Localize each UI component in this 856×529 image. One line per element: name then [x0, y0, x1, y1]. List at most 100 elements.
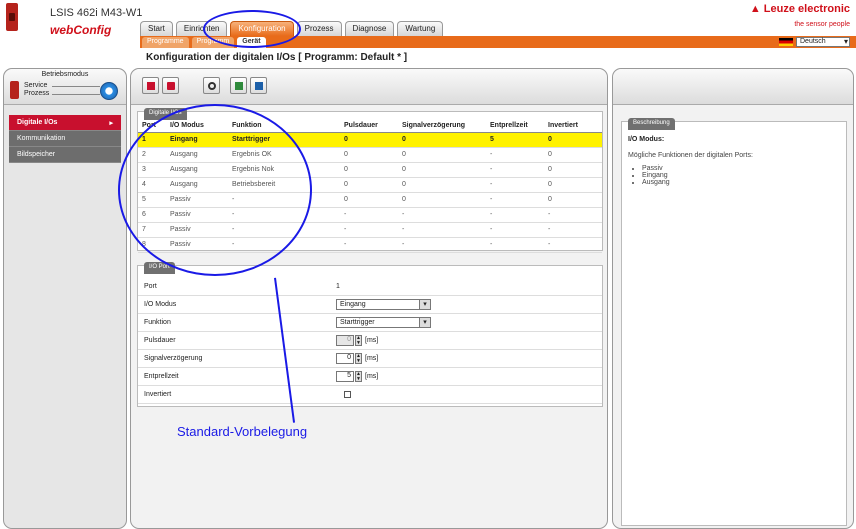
flag-de-icon [779, 38, 793, 46]
delay-unit: [ms] [365, 355, 379, 362]
mode-prozess-label: Prozess [24, 90, 50, 97]
cell-inverted: 0 [544, 192, 602, 208]
mode-switch-knob[interactable] [100, 82, 118, 100]
mode-line-service [52, 86, 100, 87]
cell-debounce: - [486, 147, 544, 163]
list-item: Ausgang [642, 179, 670, 186]
cell-pulse: - [340, 207, 398, 223]
list-item: Passiv [642, 165, 670, 172]
debounce-stepper[interactable]: ▲ ▼ [355, 371, 362, 382]
cell-delay: 0 [398, 147, 486, 163]
subtab-programme[interactable]: Programme [142, 37, 189, 48]
language-selector: Deutsch [779, 37, 850, 47]
field-row-port: Port 1 [138, 278, 602, 296]
description-box: Beschreibung I/O Modus: Mögliche Funktio… [621, 118, 847, 526]
col-invertiert: Invertiert [544, 120, 602, 133]
cell-delay: 0 [398, 177, 486, 193]
app-logo: webConfig [50, 23, 112, 37]
debounce-input[interactable]: 5 [336, 371, 354, 382]
brand-label: Leuze electronic [763, 3, 850, 15]
port-value: 1 [336, 283, 340, 290]
function-select[interactable]: Starttrigger [336, 317, 431, 328]
tab-wartung[interactable]: Wartung [397, 21, 444, 36]
download-button[interactable] [162, 77, 179, 94]
pulse-input[interactable]: 0 [336, 335, 354, 346]
left-panel: Betriebsmodus Service Prozess Digitale I… [3, 68, 127, 529]
recycle-icon [208, 82, 216, 90]
cell-pulse: - [340, 222, 398, 238]
export-button[interactable] [250, 77, 267, 94]
cell-inverted: - [544, 207, 602, 223]
col-entprellzeit: Entprellzeit [486, 120, 544, 133]
delay-stepper[interactable]: ▲ ▼ [355, 353, 362, 364]
tab-prozess[interactable]: Prozess [296, 21, 342, 36]
col-pulsdauer: Pulsdauer [340, 120, 398, 133]
cell-delay: 0 [398, 162, 486, 178]
description-title: I/O Modus: [628, 136, 665, 143]
cell-delay: - [398, 207, 486, 223]
upload-button[interactable] [142, 77, 159, 94]
tab-start[interactable]: Start [140, 21, 173, 36]
page-title: Konfiguration der digitalen I/Os [ Progr… [146, 52, 408, 63]
cell-debounce: - [486, 162, 544, 178]
pulse-label: Pulsdauer [144, 337, 176, 344]
cell-pulse: - [340, 237, 398, 253]
nav-kommunikation[interactable]: Kommunikation [9, 131, 121, 147]
cell-pulse: 0 [340, 177, 398, 193]
language-select[interactable]: Deutsch [796, 37, 850, 47]
inverted-label: Invertiert [144, 391, 172, 398]
cell-inverted: 0 [544, 162, 602, 178]
field-row-delay: Signalverzögerung 0 ▲ ▼ [ms] [138, 350, 602, 368]
io-mode-label: I/O Modus [144, 301, 177, 308]
mode-service-label: Service [24, 82, 48, 89]
import-icon [235, 82, 243, 90]
delay-input[interactable]: 0 [336, 353, 354, 364]
brand-name: ▲ Leuze electronic [749, 3, 850, 15]
section-header: Beschreibung [628, 118, 675, 130]
brand-tagline: the sensor people [794, 21, 850, 28]
tab-diagnose[interactable]: Diagnose [344, 21, 395, 36]
cell-debounce: - [486, 177, 544, 193]
function-label: Funktion [144, 319, 171, 326]
cell-debounce: - [486, 237, 544, 253]
cell-inverted: - [544, 237, 602, 253]
cell-inverted: - [544, 222, 602, 238]
pulse-unit: [ms] [365, 337, 379, 344]
cell-debounce: - [486, 222, 544, 238]
cell-debounce: - [486, 192, 544, 208]
device-icon [6, 3, 18, 31]
cell-inverted: 0 [544, 132, 602, 148]
mode-heading: Betriebsmodus [41, 71, 89, 78]
inverted-checkbox[interactable] [344, 391, 351, 398]
port-label: Port [144, 283, 157, 290]
io-mode-select[interactable]: Eingang [336, 299, 431, 310]
nav-digitale-ios[interactable]: Digitale I/Os [9, 115, 121, 131]
cell-inverted: 0 [544, 177, 602, 193]
cell-delay: 0 [398, 132, 486, 148]
annotation-ellipse-table [118, 104, 312, 276]
import-button[interactable] [230, 77, 247, 94]
brand: ▲ Leuze electronic the sensor people [750, 3, 850, 28]
right-panel: Beschreibung I/O Modus: Mögliche Funktio… [612, 68, 854, 529]
annotation-ellipse-tab [203, 10, 301, 48]
nav-bildspeicher[interactable]: Bildspeicher [9, 147, 121, 163]
device-small-icon [10, 81, 19, 99]
io-port-section: I/O Port Port 1 I/O Modus Eingang Funkti… [137, 262, 603, 407]
upload-icon [147, 82, 155, 90]
right-toolbar [613, 69, 853, 105]
export-icon [255, 82, 263, 90]
field-row-io-mode: I/O Modus Eingang [138, 296, 602, 314]
cell-delay: 0 [398, 192, 486, 208]
reset-button[interactable] [203, 77, 220, 94]
annotation-label: Standard-Vorbelegung [177, 424, 308, 439]
mode-line-prozess [52, 94, 100, 95]
pulse-stepper[interactable]: ▲ ▼ [355, 335, 362, 346]
download-icon [167, 82, 175, 90]
delay-label: Signalverzögerung [144, 355, 203, 362]
mode-box: Betriebsmodus Service Prozess [4, 69, 126, 105]
debounce-unit: [ms] [365, 373, 379, 380]
debounce-label: Entprellzeit [144, 373, 179, 380]
cell-debounce: 5 [486, 132, 544, 148]
cell-delay: - [398, 237, 486, 253]
field-row-inverted: Invertiert [138, 386, 602, 404]
